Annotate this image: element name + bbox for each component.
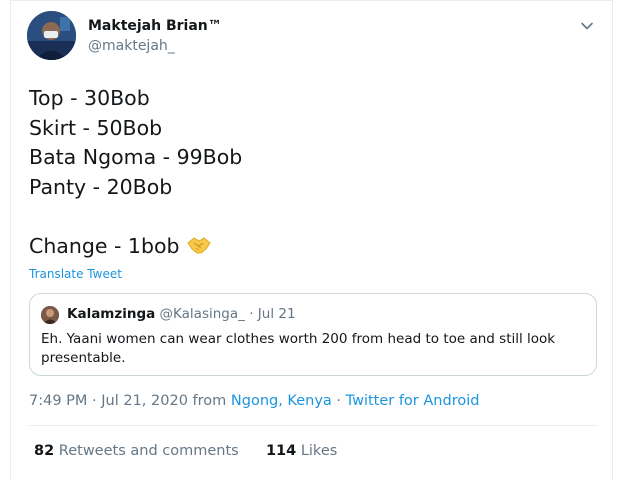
tweet-line: Bata Ngoma - 99Bob — [29, 145, 243, 169]
quoted-avatar-image — [41, 306, 59, 324]
quoted-tweet[interactable]: Kalamzinga @Kalasinga_ · Jul 21 Eh. Yaan… — [29, 293, 597, 376]
tweet-text: Top - 30Bob Skirt - 50Bob Bata Ngoma - 9… — [29, 84, 242, 261]
quoted-date[interactable]: Jul 21 — [258, 306, 296, 322]
quoted-avatar[interactable] — [41, 306, 59, 324]
source-link[interactable]: Twitter for Android — [346, 393, 480, 409]
retweets-stat[interactable]: 82 Retweets and comments — [34, 443, 243, 459]
likes-stat[interactable]: 114 Likes — [266, 443, 337, 459]
author-avatar-image — [27, 11, 76, 60]
translate-tweet-link[interactable]: Translate Tweet — [29, 267, 122, 281]
likes-label: Likes — [300, 443, 338, 459]
tweet-line: Change - 1bob — [29, 233, 180, 258]
retweets-label: Retweets and comments — [58, 443, 239, 459]
tweet-line: Top - 30Bob — [29, 86, 150, 110]
quoted-separator: · — [249, 306, 254, 322]
location-link[interactable]: Ngong, Kenya — [231, 393, 332, 409]
tweet-timestamp[interactable]: 7:49 PM · Jul 21, 2020 from — [29, 393, 226, 409]
quoted-name[interactable]: Kalamzinga — [67, 306, 155, 322]
likes-count: 114 — [265, 443, 297, 459]
quoted-handle: @Kalasinga_ — [159, 306, 245, 322]
tweet-line: Skirt - 50Bob — [29, 115, 163, 140]
quoted-text: Eh. Yaani women can wear clothes worth 2… — [41, 331, 556, 366]
retweets-count: 82 — [34, 443, 55, 459]
quoted-header: Kalamzinga @Kalasinga_ · Jul 21 — [67, 306, 296, 322]
meta-separator: · — [336, 393, 342, 409]
author-handle: @maktejah_ — [88, 38, 175, 54]
chevron-down-icon[interactable] — [580, 19, 594, 33]
handshake-emoji-icon — [186, 236, 211, 253]
tweet-line-last: Change - 1bob — [29, 232, 242, 262]
tweet-line: Panty - 20Bob — [29, 174, 173, 199]
tweet-stats: 82 Retweets and comments 114 Likes — [34, 443, 337, 459]
tweet-meta: 7:49 PM · Jul 21, 2020 from Ngong, Kenya… — [29, 393, 479, 409]
tweet-line — [29, 202, 242, 232]
author-name[interactable]: Maktejah Brian™ — [88, 18, 222, 34]
author-avatar[interactable] — [27, 11, 76, 60]
divider — [29, 425, 597, 426]
